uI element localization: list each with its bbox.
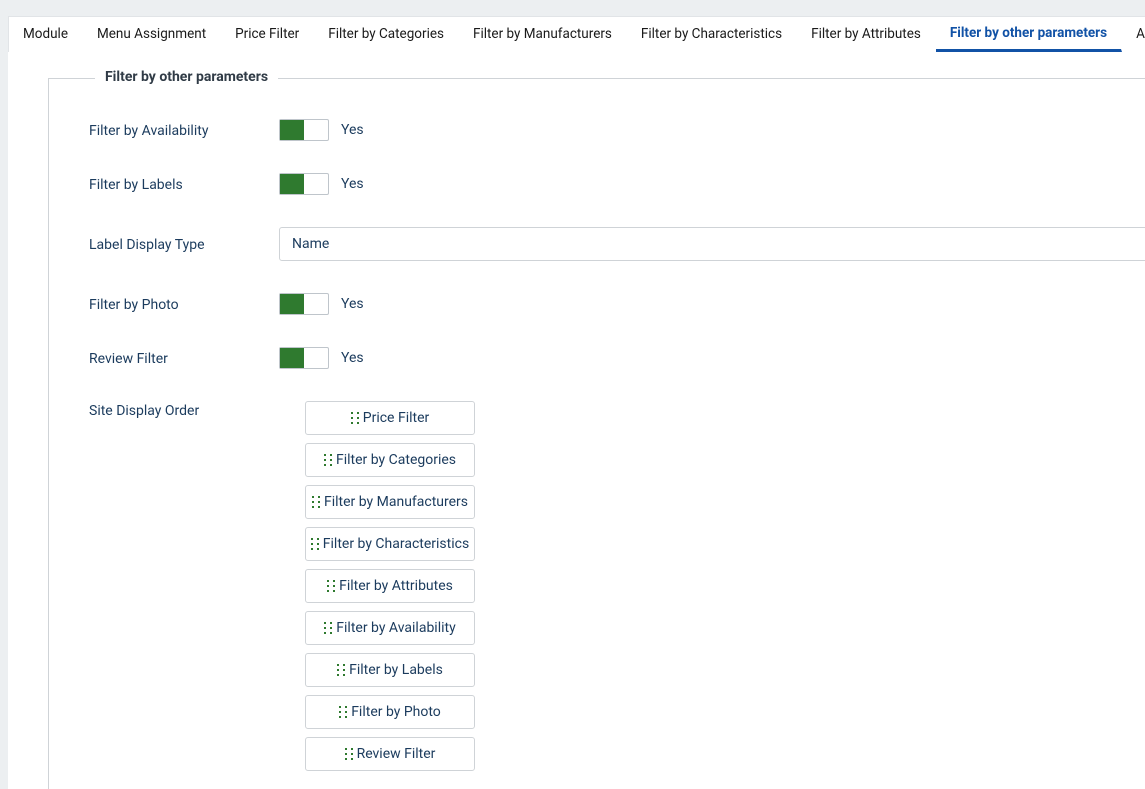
tab-filter-characteristics[interactable]: Filter by Characteristics bbox=[627, 17, 797, 52]
tab-label: Filter by other parameters bbox=[950, 25, 1107, 41]
sort-item[interactable]: Filter by Photo bbox=[305, 695, 475, 729]
app-root: Module Menu Assignment Price Filter Filt… bbox=[0, 0, 1145, 789]
drag-handle-icon bbox=[337, 664, 345, 676]
sort-item-label: Filter by Characteristics bbox=[323, 536, 469, 552]
row-display-order: Site Display Order Price Filter Filter b… bbox=[89, 401, 1145, 771]
fieldset-legend: Filter by other parameters bbox=[95, 69, 278, 85]
ctrl-display-type: Name bbox=[279, 227, 1145, 261]
sort-item-label: Price Filter bbox=[363, 410, 430, 426]
row-labels: Filter by Labels Yes bbox=[89, 173, 1145, 195]
label-labels: Filter by Labels bbox=[89, 175, 279, 193]
toggle-review[interactable] bbox=[279, 347, 329, 369]
tab-menu-assignment[interactable]: Menu Assignment bbox=[83, 17, 221, 52]
fieldset-other-params: Filter by other parameters Filter by Ava… bbox=[48, 78, 1145, 789]
sort-item-label: Review Filter bbox=[357, 746, 436, 762]
label-display-order: Site Display Order bbox=[89, 401, 279, 419]
toggle-availability[interactable] bbox=[279, 119, 329, 141]
drag-handle-icon bbox=[345, 748, 353, 760]
sort-item-label: Filter by Manufacturers bbox=[324, 494, 468, 510]
drag-handle-icon bbox=[312, 496, 320, 508]
row-photo: Filter by Photo Yes bbox=[89, 293, 1145, 315]
drag-handle-icon bbox=[351, 412, 359, 424]
label-review: Review Filter bbox=[89, 349, 279, 367]
tab-label: Menu Assignment bbox=[97, 26, 206, 42]
sort-item[interactable]: Filter by Labels bbox=[305, 653, 475, 687]
tab-label: Filter by Categories bbox=[328, 26, 444, 42]
tab-filter-categories[interactable]: Filter by Categories bbox=[314, 17, 459, 52]
row-review: Review Filter Yes bbox=[89, 347, 1145, 369]
tab-module[interactable]: Module bbox=[9, 17, 83, 52]
row-label-display-type: Label Display Type Name bbox=[89, 227, 1145, 261]
drag-handle-icon bbox=[324, 622, 332, 634]
display-order-list: Price Filter Filter by Categories Filter… bbox=[305, 401, 475, 771]
row-availability: Filter by Availability Yes bbox=[89, 119, 1145, 141]
tabs-bar: Module Menu Assignment Price Filter Filt… bbox=[8, 16, 1145, 52]
ctrl-availability: Yes bbox=[279, 119, 364, 141]
page-body: Filter by other parameters Filter by Ava… bbox=[8, 52, 1145, 789]
sort-item[interactable]: Review Filter bbox=[305, 737, 475, 771]
toggle-labels[interactable] bbox=[279, 173, 329, 195]
sort-item[interactable]: Filter by Availability bbox=[305, 611, 475, 645]
drag-handle-icon bbox=[327, 580, 335, 592]
sort-item[interactable]: Price Filter bbox=[305, 401, 475, 435]
drag-handle-icon bbox=[324, 454, 332, 466]
select-value: Name bbox=[292, 236, 329, 252]
toggle-value-labels: Yes bbox=[341, 176, 364, 192]
tab-label: Filter by Attributes bbox=[811, 26, 921, 42]
toggle-value-photo: Yes bbox=[341, 296, 364, 312]
tab-label: Advanced bbox=[1136, 26, 1145, 42]
sort-item[interactable]: Filter by Characteristics bbox=[305, 527, 475, 561]
tab-label: Filter by Manufacturers bbox=[473, 26, 612, 42]
label-photo: Filter by Photo bbox=[89, 295, 279, 313]
tab-advanced[interactable]: Advanced bbox=[1122, 17, 1145, 52]
sort-item[interactable]: Filter by Attributes bbox=[305, 569, 475, 603]
label-availability: Filter by Availability bbox=[89, 121, 279, 139]
ctrl-photo: Yes bbox=[279, 293, 364, 315]
sort-item-label: Filter by Photo bbox=[351, 704, 441, 720]
sort-item[interactable]: Filter by Manufacturers bbox=[305, 485, 475, 519]
label-display-type: Label Display Type bbox=[89, 235, 279, 253]
tab-label: Filter by Characteristics bbox=[641, 26, 782, 42]
sort-item[interactable]: Filter by Categories bbox=[305, 443, 475, 477]
ctrl-labels: Yes bbox=[279, 173, 364, 195]
drag-handle-icon bbox=[311, 538, 319, 550]
tab-filter-attributes[interactable]: Filter by Attributes bbox=[797, 17, 936, 52]
tab-filter-other[interactable]: Filter by other parameters bbox=[936, 17, 1122, 52]
sort-item-label: Filter by Attributes bbox=[339, 578, 453, 594]
ctrl-review: Yes bbox=[279, 347, 364, 369]
tab-label: Price Filter bbox=[235, 26, 299, 42]
toggle-value-review: Yes bbox=[341, 350, 364, 366]
drag-handle-icon bbox=[339, 706, 347, 718]
sort-item-label: Filter by Categories bbox=[336, 452, 456, 468]
sort-item-label: Filter by Availability bbox=[336, 620, 455, 636]
select-label-display-type[interactable]: Name bbox=[279, 227, 1145, 261]
toggle-value-availability: Yes bbox=[341, 122, 364, 138]
tab-filter-manufacturers[interactable]: Filter by Manufacturers bbox=[459, 17, 627, 52]
tab-price-filter[interactable]: Price Filter bbox=[221, 17, 314, 52]
toggle-photo[interactable] bbox=[279, 293, 329, 315]
tab-label: Module bbox=[23, 26, 68, 42]
sort-item-label: Filter by Labels bbox=[349, 662, 443, 678]
